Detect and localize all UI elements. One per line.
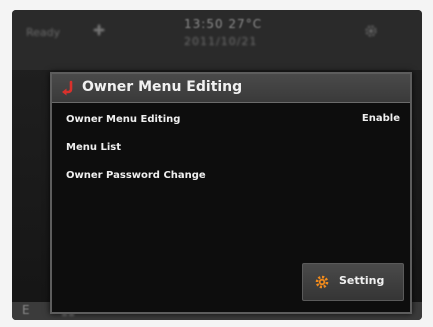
dialog-title: Owner Menu Editing [82, 79, 243, 95]
return-arrow-icon[interactable] [60, 80, 76, 96]
setting-button-label: Setting [339, 274, 385, 287]
gear-icon [315, 275, 329, 289]
menu-item-label: Owner Menu Editing [66, 114, 181, 125]
background-bottom-label: E [22, 303, 30, 317]
screen: Ready 13:50 27°C 2011/10/21 E Owner Menu… [12, 10, 422, 320]
menu-item-owner-password-change[interactable]: Owner Password Change [66, 166, 400, 188]
device-frame: Ready 13:50 27°C 2011/10/21 E Owner Menu… [0, 0, 433, 327]
clock-time: 13:50 [184, 17, 224, 31]
menu-item-menu-list[interactable]: Menu List [66, 138, 400, 160]
menu-item-label: Owner Password Change [66, 170, 206, 181]
menu-item-value: Enable [361, 113, 400, 124]
fan-icon [93, 24, 105, 36]
background-status-label: Ready [26, 26, 61, 39]
menu-item-label: Menu List [66, 142, 121, 153]
clock-temperature: 27°C [228, 17, 263, 31]
dialog-title-bar: Owner Menu Editing [52, 74, 410, 103]
owner-menu-editing-dialog: Owner Menu Editing Owner Menu Editing En… [50, 72, 412, 314]
background-clock: 13:50 27°C [184, 17, 262, 31]
menu-item-owner-menu-editing[interactable]: Owner Menu Editing Enable [66, 110, 400, 132]
background-date: 2011/10/21 [184, 35, 258, 48]
gear-icon [365, 25, 377, 37]
setting-button[interactable]: Setting [302, 263, 404, 301]
